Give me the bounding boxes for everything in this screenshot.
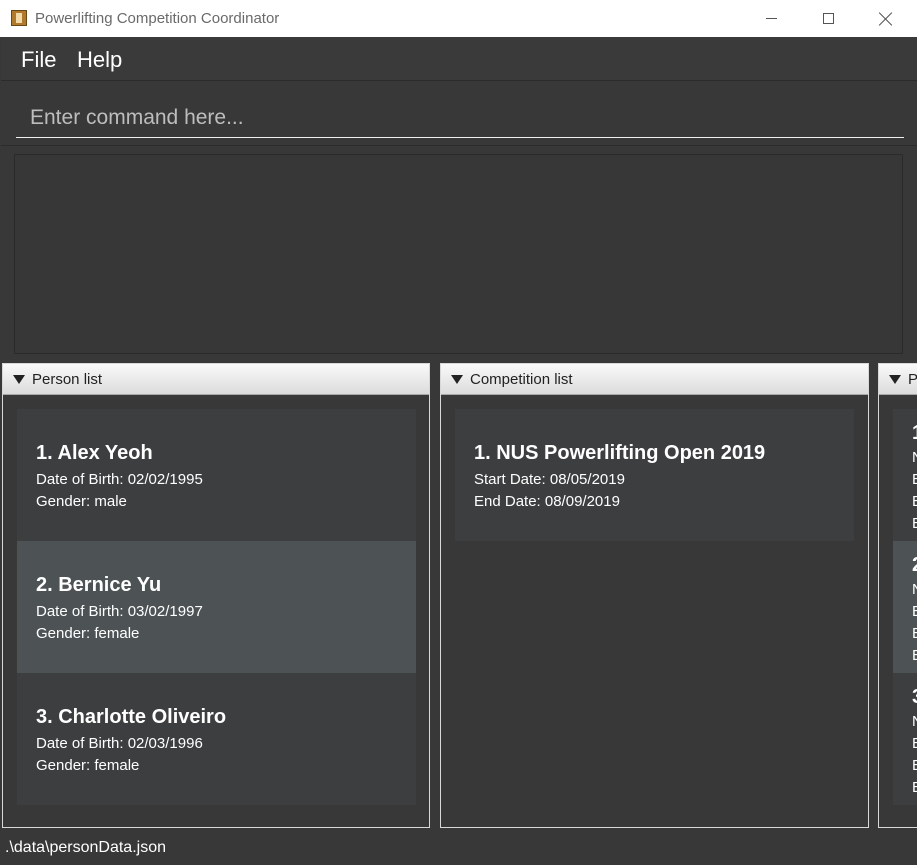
competition-list-panel: Competition list 1. NUS Powerlifting Ope… bbox=[440, 363, 869, 828]
card-text: E bbox=[912, 515, 917, 532]
third-list-header[interactable]: P bbox=[879, 364, 917, 395]
card-text: 1 bbox=[912, 422, 917, 445]
collapse-triangle-icon bbox=[13, 375, 25, 384]
person-card[interactable]: 1. Alex Yeoh Date of Birth: 02/02/1995 G… bbox=[17, 409, 416, 541]
competition-name: 1. NUS Powerlifting Open 2019 bbox=[474, 442, 766, 464]
competition-list-title: Competition list bbox=[470, 371, 573, 388]
title-bar: Powerlifting Competition Coordinator bbox=[0, 0, 917, 37]
third-list-title: P bbox=[908, 371, 917, 388]
card-text: E bbox=[912, 757, 917, 774]
card-text: 3 bbox=[912, 686, 917, 709]
app-icon bbox=[11, 10, 27, 26]
card-text: N bbox=[912, 713, 917, 730]
person-name: 2. Bernice Yu bbox=[36, 574, 162, 596]
third-list-panel: P 1 N E E E 2 N E E E 3 N E E E bbox=[878, 363, 917, 828]
minimize-icon bbox=[765, 18, 777, 19]
close-icon bbox=[879, 12, 893, 26]
person-dob: Date of Birth: 03/02/1997 bbox=[36, 603, 203, 620]
maximize-icon bbox=[822, 13, 834, 24]
save-location-path: .\data\personData.json bbox=[5, 839, 166, 856]
collapse-triangle-icon bbox=[889, 375, 901, 384]
command-input[interactable] bbox=[16, 98, 904, 138]
person-dob: Date of Birth: 02/03/1996 bbox=[36, 735, 203, 752]
card-text: E bbox=[912, 471, 917, 488]
competition-card[interactable]: 1. NUS Powerlifting Open 2019 Start Date… bbox=[455, 409, 854, 541]
person-dob: Date of Birth: 02/02/1995 bbox=[36, 471, 203, 488]
status-bar: .\data\personData.json bbox=[0, 830, 917, 865]
person-name: 1. Alex Yeoh bbox=[36, 442, 153, 464]
person-name: 3. Charlotte Oliveiro bbox=[36, 706, 227, 728]
menu-help[interactable]: Help bbox=[77, 47, 122, 73]
person-list-panel: Person list 1. Alex Yeoh Date of Birth: … bbox=[2, 363, 430, 828]
person-card[interactable]: 3. Charlotte Oliveiro Date of Birth: 02/… bbox=[17, 673, 416, 805]
card-text: E bbox=[912, 493, 917, 510]
card-text: N bbox=[912, 581, 917, 598]
person-list-header[interactable]: Person list bbox=[3, 364, 429, 395]
card-text: 2 bbox=[912, 554, 917, 577]
maximize-button[interactable] bbox=[805, 0, 851, 37]
person-card-selected[interactable]: 2. Bernice Yu Date of Birth: 03/02/1997 … bbox=[17, 541, 416, 673]
person-gender: Gender: male bbox=[36, 493, 127, 510]
card-text: N bbox=[912, 449, 917, 466]
command-box bbox=[1, 82, 917, 146]
competition-list-header[interactable]: Competition list bbox=[441, 364, 868, 395]
third-list-card[interactable]: 3 N E E E bbox=[893, 673, 917, 805]
competition-list: 1. NUS Powerlifting Open 2019 Start Date… bbox=[455, 409, 854, 541]
person-list-title: Person list bbox=[32, 371, 103, 388]
card-text: E bbox=[912, 779, 917, 796]
close-button[interactable] bbox=[863, 0, 909, 37]
menu-file[interactable]: File bbox=[21, 47, 56, 73]
person-list: 1. Alex Yeoh Date of Birth: 02/02/1995 G… bbox=[17, 409, 416, 805]
menu-bar: File Help bbox=[1, 37, 917, 81]
third-list-card[interactable]: 1 N E E E bbox=[893, 409, 917, 541]
third-list-card-selected[interactable]: 2 N E E E bbox=[893, 541, 917, 673]
card-text: E bbox=[912, 735, 917, 752]
person-gender: Gender: female bbox=[36, 625, 140, 642]
person-gender: Gender: female bbox=[36, 757, 140, 774]
card-text: E bbox=[912, 625, 917, 642]
card-text: E bbox=[912, 647, 917, 664]
collapse-triangle-icon bbox=[451, 375, 463, 384]
minimize-button[interactable] bbox=[748, 0, 794, 37]
card-text: E bbox=[912, 603, 917, 620]
result-display[interactable] bbox=[14, 154, 903, 354]
competition-end-date: End Date: 08/09/2019 bbox=[474, 493, 620, 510]
competition-start-date: Start Date: 08/05/2019 bbox=[474, 471, 625, 488]
window-title: Powerlifting Competition Coordinator bbox=[35, 10, 280, 27]
